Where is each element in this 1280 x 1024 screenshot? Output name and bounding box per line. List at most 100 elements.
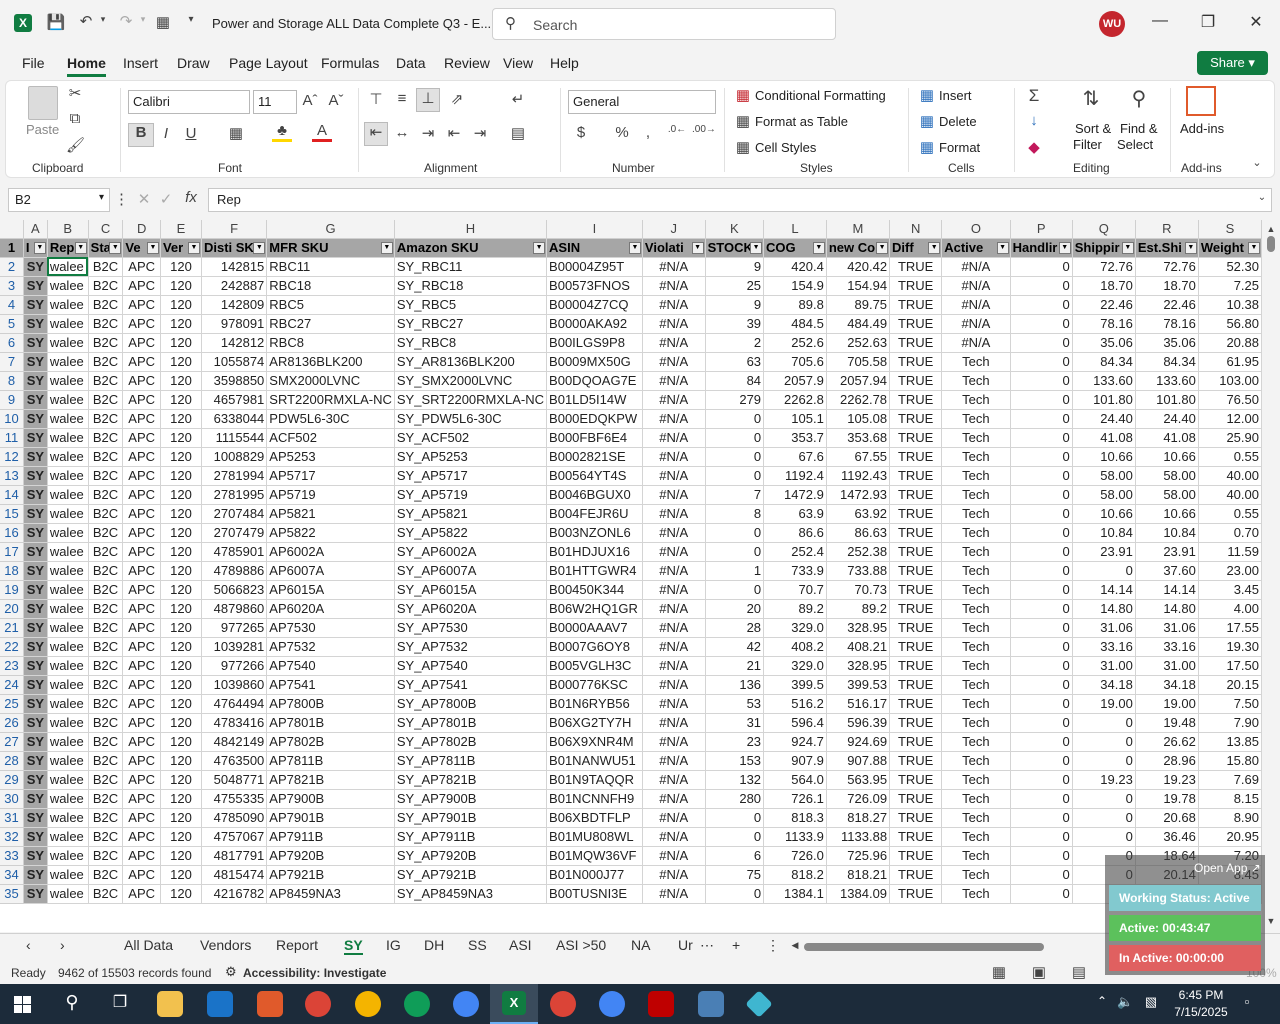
cell[interactable]: 4789886 [201, 561, 268, 581]
cell[interactable]: SY_AP7800B [394, 694, 548, 714]
cell[interactable]: 120 [160, 542, 202, 562]
cell[interactable]: #N/A [642, 409, 706, 429]
cell[interactable]: 56.80 [1198, 314, 1262, 334]
cell[interactable]: AP7821B [266, 770, 395, 790]
cell[interactable]: 0 [1072, 751, 1136, 771]
cell[interactable]: 25 [705, 276, 765, 296]
cell[interactable]: SY_AP6015A [394, 580, 548, 600]
cell[interactable]: Tech [941, 485, 1011, 505]
filter-dropdown-icon[interactable]: ▼ [1184, 241, 1197, 254]
cell[interactable]: APC [122, 314, 161, 334]
cell[interactable]: 86.6 [763, 523, 827, 543]
cell[interactable]: 120 [160, 390, 202, 410]
cell[interactable]: 3598850 [201, 371, 268, 391]
cell[interactable]: 23.00 [1198, 561, 1262, 581]
cell[interactable]: 0 [1010, 770, 1073, 790]
confirm-entry-icon[interactable]: ✓ [158, 190, 174, 208]
menu-help[interactable]: Help [550, 55, 579, 71]
cell[interactable]: SY [23, 295, 48, 315]
cell[interactable]: #N/A [642, 390, 706, 410]
cell[interactable]: 63.92 [826, 504, 891, 524]
cell[interactable]: SY [23, 352, 48, 372]
filter-dropdown-icon[interactable]: ▼ [1058, 241, 1071, 254]
cell[interactable]: Tech [941, 808, 1011, 828]
cell[interactable]: 0 [1010, 694, 1073, 714]
cell[interactable]: APC [122, 447, 161, 467]
cell[interactable]: 33.16 [1135, 637, 1199, 657]
cell[interactable]: 34.18 [1135, 675, 1199, 695]
calculator-icon[interactable]: ▦ [154, 13, 172, 31]
format-cells-button[interactable]: Format [939, 140, 980, 155]
cell[interactable]: 28.96 [1135, 751, 1199, 771]
cell[interactable]: 0 [1072, 561, 1136, 581]
cell[interactable]: SY_AP7920B [394, 846, 548, 866]
cell[interactable]: 0 [1010, 504, 1073, 524]
cell[interactable]: B06XG2TY7H [546, 713, 643, 733]
cell[interactable]: B00564YT4S [546, 466, 643, 486]
cell[interactable]: 31.06 [1072, 618, 1136, 638]
cell[interactable]: 353.7 [763, 428, 827, 448]
cell[interactable]: 4879860 [201, 599, 268, 619]
cell[interactable]: 10.66 [1135, 504, 1199, 524]
sort-filter-label-1[interactable]: Sort & [1075, 121, 1111, 136]
cell[interactable]: SY_AP7900B [394, 789, 548, 809]
cell[interactable]: walee [47, 352, 89, 372]
menu-insert[interactable]: Insert [123, 55, 158, 71]
cell[interactable]: 252.4 [763, 542, 827, 562]
cell[interactable]: B00573FNOS [546, 276, 643, 296]
filter-dropdown-icon[interactable]: ▼ [187, 241, 200, 254]
cell[interactable]: 14.80 [1072, 599, 1136, 619]
cell[interactable]: #N/A [642, 789, 706, 809]
cell[interactable]: 0.55 [1198, 504, 1262, 524]
row-header[interactable]: 10 [0, 409, 24, 429]
cell[interactable]: APC [122, 276, 161, 296]
cell[interactable]: 252.38 [826, 542, 891, 562]
align-top-icon[interactable]: ⊤ [366, 90, 386, 108]
filter-dropdown-icon[interactable]: ▼ [74, 241, 87, 254]
cell[interactable]: 36.46 [1135, 827, 1199, 847]
row-header[interactable]: 12 [0, 447, 24, 467]
cell[interactable]: SY_AP7541 [394, 675, 548, 695]
cell[interactable]: #N/A [941, 276, 1011, 296]
cell[interactable]: TRUE [889, 694, 943, 714]
cell[interactable]: B01MU808WL [546, 827, 643, 847]
cell[interactable]: 120 [160, 428, 202, 448]
cell[interactable]: 4817791 [201, 846, 268, 866]
cell[interactable]: AP7911B [266, 827, 395, 847]
cell[interactable]: 0 [1010, 751, 1073, 771]
row-header[interactable]: 34 [0, 865, 24, 885]
filter-dropdown-icon[interactable]: ▼ [628, 241, 641, 254]
cell[interactable]: 14.14 [1072, 580, 1136, 600]
cell[interactable]: walee [47, 656, 89, 676]
cell[interactable]: 726.1 [763, 789, 827, 809]
cell[interactable]: 120 [160, 352, 202, 372]
align-center-icon[interactable]: ↔ [392, 124, 412, 141]
cell[interactable]: 0 [1010, 713, 1073, 733]
scroll-down-icon[interactable]: ▼ [1265, 916, 1277, 926]
row-header[interactable]: 17 [0, 542, 24, 562]
cell[interactable]: #N/A [642, 732, 706, 752]
cell[interactable]: walee [47, 618, 89, 638]
cell[interactable]: APC [122, 295, 161, 315]
cell[interactable]: 133.60 [1072, 371, 1136, 391]
table-header-cell[interactable]: Weight ▼ [1198, 238, 1262, 258]
cell[interactable]: #N/A [642, 466, 706, 486]
accessibility-status[interactable]: Accessibility: Investigate [243, 966, 386, 980]
cell[interactable]: #N/A [642, 599, 706, 619]
cell[interactable]: 37.60 [1135, 561, 1199, 581]
cell[interactable]: B2C [88, 656, 124, 676]
cell[interactable]: B003NZONL6 [546, 523, 643, 543]
cell[interactable]: SY [23, 428, 48, 448]
cell[interactable]: 1133.9 [763, 827, 827, 847]
cell[interactable]: walee [47, 409, 89, 429]
cell[interactable]: walee [47, 523, 89, 543]
italic-button[interactable]: I [158, 125, 174, 142]
cell[interactable]: 19.00 [1135, 694, 1199, 714]
align-left-icon[interactable]: ⇤ [364, 122, 388, 146]
comma-style-icon[interactable]: , [640, 124, 656, 141]
paste-label[interactable]: Paste [26, 122, 59, 137]
cell[interactable]: walee [47, 637, 89, 657]
cell[interactable]: TRUE [889, 637, 943, 657]
cell[interactable]: Tech [941, 428, 1011, 448]
cell[interactable]: 15.80 [1198, 751, 1262, 771]
